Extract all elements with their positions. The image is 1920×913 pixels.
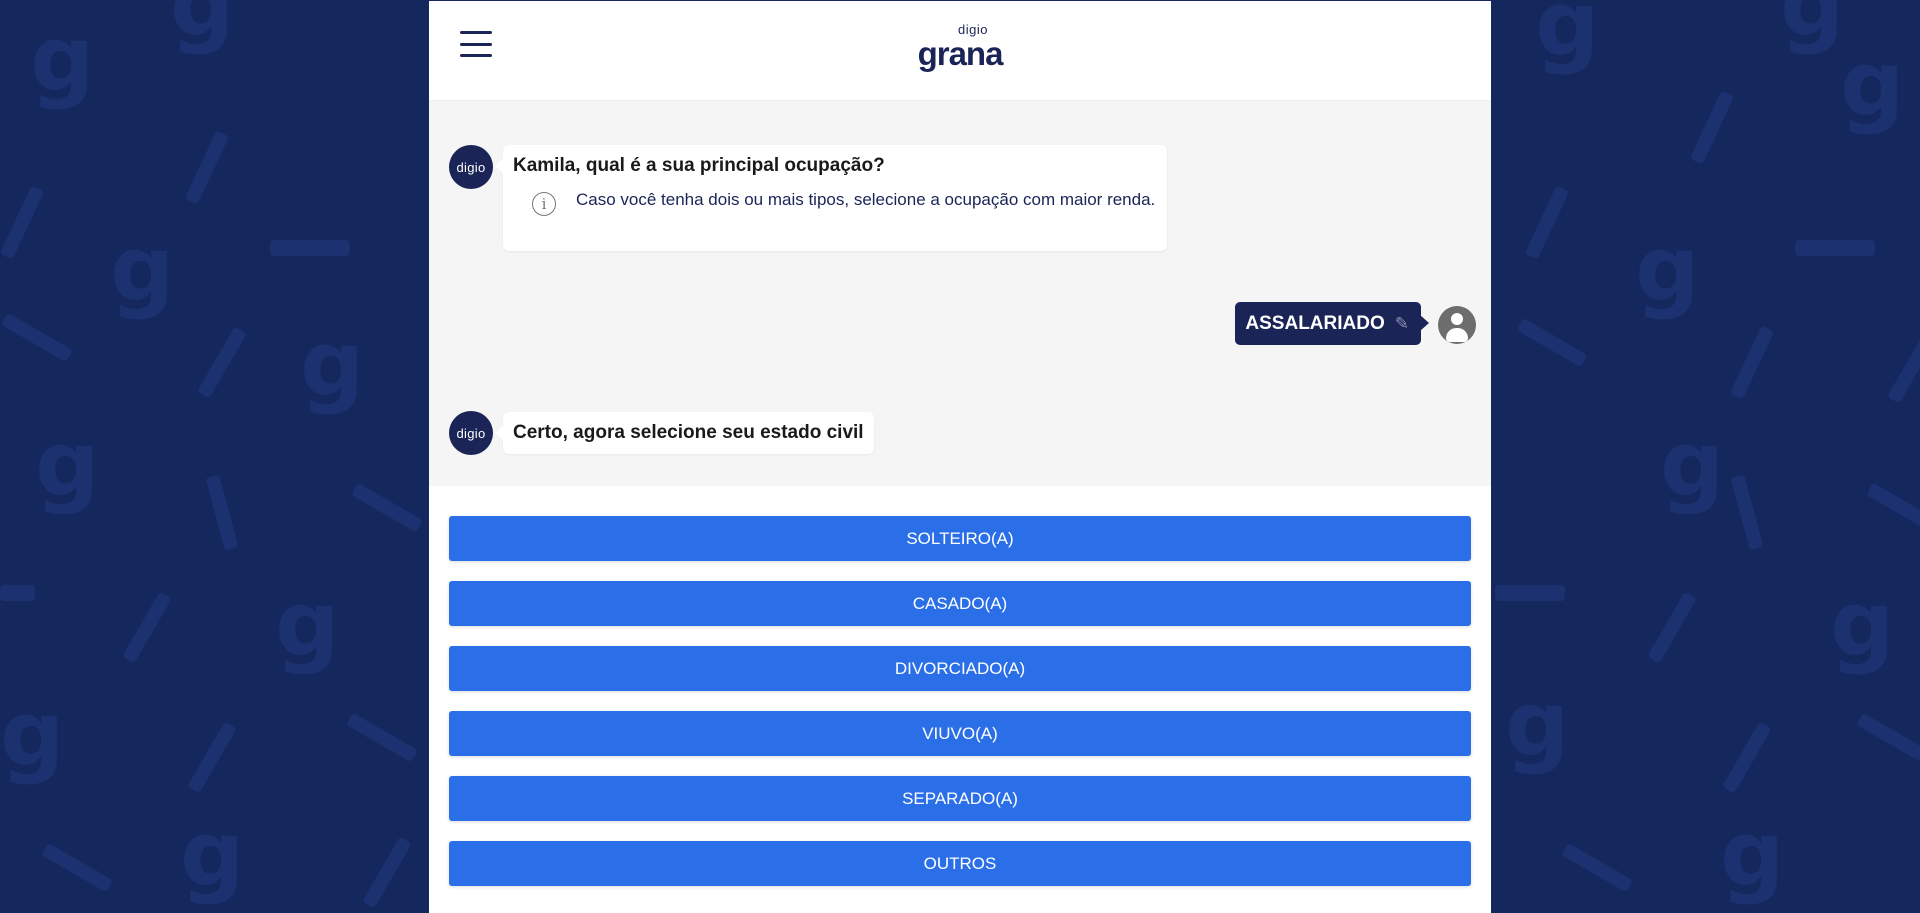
pattern-g-mark: g (300, 312, 365, 417)
pattern-bar (197, 326, 247, 399)
brand-logo: digio grana (917, 23, 1004, 72)
pattern-g-mark: g (35, 412, 100, 517)
chat-area: digio Kamila, qual é a sua principal ocu… (429, 101, 1491, 486)
pattern-bar (1647, 591, 1697, 664)
pattern-g-mark: g (110, 217, 175, 322)
bot-avatar: digio (449, 411, 493, 455)
pattern-g-mark: g (1505, 672, 1570, 777)
user-avatar-icon (1438, 306, 1476, 344)
pattern-bar (1495, 585, 1565, 601)
pattern-bar (205, 474, 239, 551)
options-list: SOLTEIRO(A) CASADO(A) DIVORCIADO(A) VIUV… (429, 486, 1491, 886)
pattern-bar (1, 312, 73, 363)
app-container: digio grana digio Kamila, qual é a sua p… (429, 1, 1491, 913)
pattern-g-mark: g (1780, 0, 1845, 57)
menu-line (460, 31, 492, 34)
menu-line (460, 42, 492, 46)
pattern-bar (1516, 317, 1588, 368)
pattern-g-mark: g (1830, 572, 1895, 677)
pattern-bar (1795, 240, 1875, 256)
pattern-bar (1730, 474, 1764, 551)
user-avatar-body (1446, 328, 1468, 342)
hamburger-menu-icon[interactable] (460, 31, 492, 57)
pattern-g-mark: g (1720, 802, 1785, 907)
pattern-g-mark: g (1660, 412, 1725, 517)
user-answer-bubble: ASSALARIADO ✎ (1235, 302, 1429, 345)
option-outros-button[interactable]: OUTROS (449, 841, 1471, 886)
pattern-bar (1866, 482, 1920, 533)
option-divorciado-button[interactable]: DIVORCIADO(A) (449, 646, 1471, 691)
pattern-g-mark: g (30, 7, 95, 112)
pattern-bar (1561, 842, 1633, 893)
pattern-g-mark: g (275, 572, 340, 677)
bot-message-civil-status: Certo, agora selecione seu estado civil (495, 412, 874, 454)
pattern-bar (1887, 331, 1920, 404)
pattern-g-mark: g (1840, 32, 1905, 137)
option-casado-button[interactable]: CASADO(A) (449, 581, 1471, 626)
info-circle-icon: i (532, 192, 556, 216)
occupation-info: i Caso você tenha dois ou mais tipos, se… (513, 189, 1157, 216)
pattern-bar (187, 721, 237, 794)
pattern-g-mark: g (0, 682, 65, 787)
option-viuvo-button[interactable]: VIUVO(A) (449, 711, 1471, 756)
pattern-bar (362, 836, 412, 909)
menu-line (460, 54, 492, 57)
bot-message-occupation: Kamila, qual é a sua principal ocupação?… (495, 145, 1167, 251)
pattern-bar (41, 842, 113, 893)
pattern-g-mark: g (1535, 0, 1600, 77)
civil-status-question: Certo, agora selecione seu estado civil (513, 422, 864, 443)
option-solteiro-button[interactable]: SOLTEIRO(A) (449, 516, 1471, 561)
pattern-bar (1729, 325, 1775, 400)
occupation-question: Kamila, qual é a sua principal ocupação? (513, 155, 885, 176)
occupation-info-text: Caso você tenha dois ou mais tipos, sele… (576, 190, 1156, 209)
logo-big-text: grana (917, 35, 1004, 72)
pattern-g-mark: g (1635, 217, 1700, 322)
pattern-bar (346, 712, 418, 763)
pattern-bar (1722, 721, 1772, 794)
pattern-bar (270, 240, 350, 256)
pattern-bar (184, 130, 230, 205)
top-header: digio grana (429, 1, 1491, 101)
pattern-g-mark: g (180, 802, 245, 907)
bot-avatar: digio (449, 145, 493, 189)
pattern-bar (351, 482, 423, 533)
pattern-bar (0, 585, 35, 601)
user-answer-text: ASSALARIADO (1245, 312, 1385, 334)
pattern-bar (0, 185, 45, 260)
pattern-g-mark: g (170, 0, 235, 57)
option-separado-button[interactable]: SEPARADO(A) (449, 776, 1471, 821)
user-avatar-head (1451, 313, 1463, 325)
pencil-icon[interactable]: ✎ (1395, 314, 1409, 334)
pattern-bar (122, 591, 172, 664)
pattern-bar (1689, 90, 1735, 165)
pattern-bar (1524, 185, 1570, 260)
pattern-bar (1856, 712, 1920, 763)
